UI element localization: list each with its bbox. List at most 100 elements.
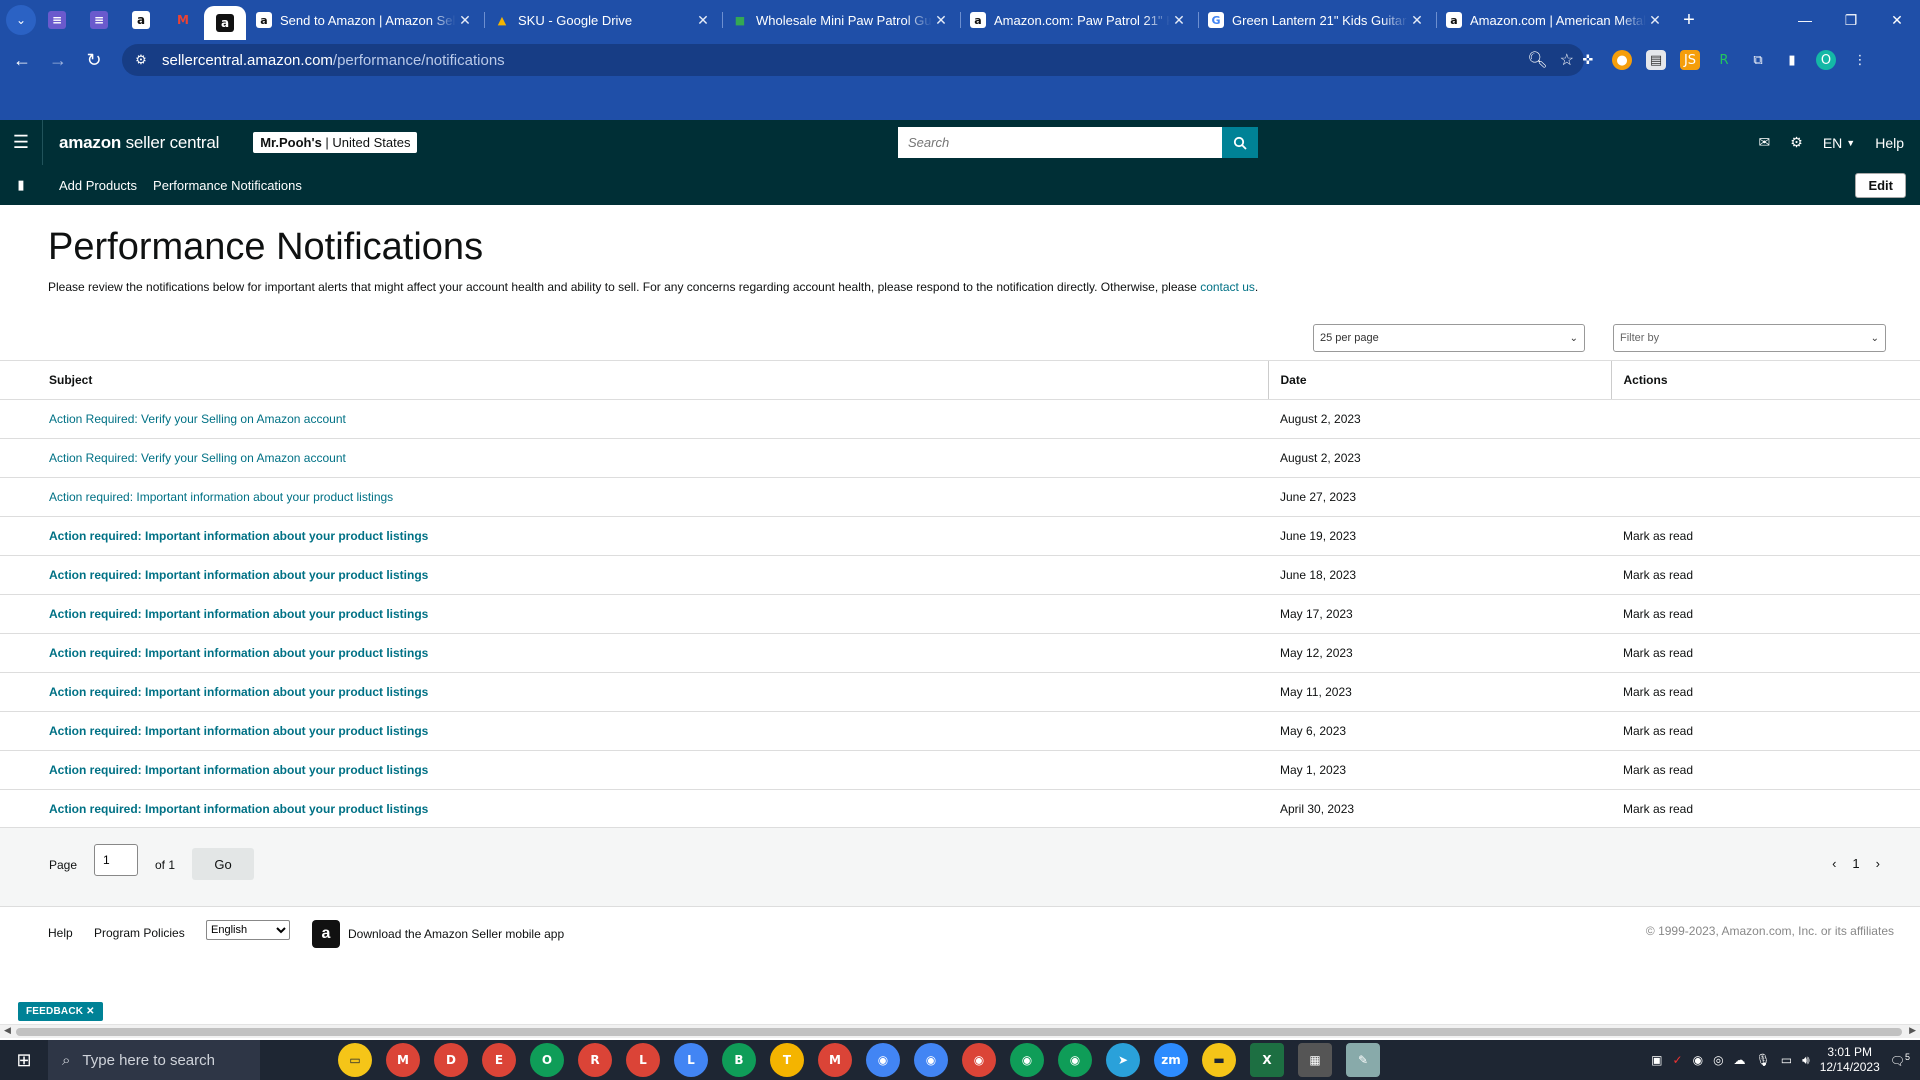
tab-close-icon[interactable]: ✕ [456, 12, 474, 29]
notification-subject-link[interactable]: Action required: Important information a… [49, 646, 428, 660]
help-link[interactable]: Help [1875, 135, 1904, 151]
pinned-tab[interactable]: ≡ [78, 0, 120, 40]
nav-performance-notifications[interactable]: Performance Notifications [153, 178, 302, 193]
nav-add-products[interactable]: Add Products [59, 178, 137, 193]
next-page-icon[interactable]: › [1876, 856, 1880, 871]
tab-close-icon[interactable]: ✕ [1408, 12, 1426, 29]
browser-tab[interactable]: a Amazon.com | American Metalcraft✕ [1436, 0, 1674, 40]
notification-subject-link[interactable]: Action required: Important information a… [49, 529, 428, 543]
restore-button[interactable]: ❐ [1828, 0, 1874, 40]
contact-us-link[interactable]: contact us [1200, 280, 1255, 294]
go-button[interactable]: Go [192, 848, 254, 880]
network-icon[interactable]: ▭ [1781, 1053, 1792, 1067]
col-subject[interactable]: Subject [0, 360, 1268, 400]
extension-icon[interactable]: JS [1680, 50, 1700, 70]
notification-subject-link[interactable]: Action required: Important information a… [49, 490, 393, 504]
extension-icon[interactable]: R [1714, 50, 1734, 70]
scrollbar-thumb[interactable] [16, 1028, 1902, 1036]
search-button[interactable] [1222, 127, 1258, 158]
filter-select[interactable]: Filter by ⌄ [1613, 324, 1886, 352]
gear-icon[interactable]: ⚙ [1790, 134, 1803, 151]
reload-button[interactable]: ↻ [76, 42, 112, 78]
browser-tab[interactable]: a Send to Amazon | Amazon Seller Central✕ [246, 0, 484, 40]
volume-icon[interactable]: 🔊︎ [1802, 1053, 1810, 1068]
extensions-puzzle-icon[interactable]: ⧉ [1748, 50, 1768, 70]
footer-help-link[interactable]: Help [48, 926, 73, 940]
cloud-icon[interactable]: ☁ [1734, 1053, 1746, 1067]
prev-page-icon[interactable]: ‹ [1832, 856, 1836, 871]
pinned-tab-active[interactable]: a [204, 6, 246, 40]
seller-central-logo[interactable]: amazon seller central [59, 133, 219, 153]
chrome-icon[interactable]: ◉ [866, 1043, 900, 1077]
notification-subject-link[interactable]: Action required: Important information a… [49, 607, 428, 621]
browser-tab[interactable]: ■ Wholesale Mini Paw Patrol Guitar ✕ [722, 0, 960, 40]
tab-close-icon[interactable]: ✕ [932, 12, 950, 29]
browser-tab[interactable]: a Amazon.com: Paw Patrol 21" Kids Guitar✕ [960, 0, 1198, 40]
browser-tab[interactable]: ▲ SKU - Google Drive ✕ [484, 0, 722, 40]
footer-program-policies-link[interactable]: Program Policies [94, 926, 185, 940]
extension-icon[interactable]: ● [1612, 50, 1632, 70]
notification-subject-link[interactable]: Action Required: Verify your Selling on … [49, 412, 346, 426]
mark-as-read-button[interactable]: Mark as read [1623, 724, 1693, 738]
bookmark-star-icon[interactable]: ☆ [1560, 50, 1574, 70]
zoom-icon[interactable]: zm [1154, 1043, 1188, 1077]
forward-button[interactable]: → [40, 42, 76, 78]
notification-subject-link[interactable]: Action required: Important information a… [49, 724, 428, 738]
pinned-tab[interactable]: M [162, 0, 204, 40]
page-number-input[interactable] [94, 844, 138, 876]
extension-icon[interactable]: ✜ [1578, 50, 1598, 70]
notification-subject-link[interactable]: Action required: Important information a… [49, 685, 428, 699]
chrome-profile-icon[interactable]: M [386, 1043, 420, 1077]
mark-as-read-button[interactable]: Mark as read [1623, 802, 1693, 816]
mark-as-read-button[interactable]: Mark as read [1623, 568, 1693, 582]
chrome-profile-icon[interactable]: R [578, 1043, 612, 1077]
mark-as-read-button[interactable]: Mark as read [1623, 685, 1693, 699]
chrome-profile-icon[interactable]: D [434, 1043, 468, 1077]
profile-avatar[interactable]: O [1816, 50, 1836, 70]
back-button[interactable]: ← [4, 42, 40, 78]
windows-start-icon[interactable]: ⊞ [0, 1040, 48, 1080]
current-page[interactable]: 1 [1852, 856, 1859, 871]
pinned-tab[interactable]: ≡ [36, 0, 78, 40]
tab-close-icon[interactable]: ✕ [1170, 12, 1188, 29]
chrome-profile-icon[interactable]: E [482, 1043, 516, 1077]
download-app-link[interactable]: a Download the Amazon Seller mobile app [312, 920, 564, 948]
zoom-icon[interactable]: 🔍︎ [1527, 50, 1547, 70]
notification-subject-link[interactable]: Action required: Important information a… [49, 802, 428, 816]
notification-subject-link[interactable]: Action required: Important information a… [49, 568, 428, 582]
mark-as-read-button[interactable]: Mark as read [1623, 646, 1693, 660]
browser-menu-icon[interactable]: ⋮ [1850, 50, 1870, 70]
edit-button[interactable]: Edit [1855, 173, 1906, 198]
tray-icon[interactable]: ▣ [1651, 1053, 1662, 1067]
telegram-icon[interactable]: ➤ [1106, 1043, 1140, 1077]
chrome-profile-icon[interactable]: T [770, 1043, 804, 1077]
scroll-left-icon[interactable]: ◀ [4, 1025, 11, 1036]
calculator-icon[interactable]: ▦ [1298, 1043, 1332, 1077]
mark-as-read-button[interactable]: Mark as read [1623, 529, 1693, 543]
mark-as-read-button[interactable]: Mark as read [1623, 607, 1693, 621]
chrome-profile-icon[interactable]: B [722, 1043, 756, 1077]
chrome-profile-icon[interactable]: M [818, 1043, 852, 1077]
side-panel-icon[interactable]: ▮ [1782, 50, 1802, 70]
close-window-button[interactable]: ✕ [1874, 0, 1920, 40]
chrome-icon[interactable]: ◉ [914, 1043, 948, 1077]
tab-close-icon[interactable]: ✕ [694, 12, 712, 29]
app-icon[interactable]: ▬ [1202, 1043, 1236, 1077]
scroll-right-icon[interactable]: ▶ [1909, 1025, 1916, 1036]
chrome-profile-icon[interactable]: O [530, 1043, 564, 1077]
chrome-icon[interactable]: ◉ [1010, 1043, 1044, 1077]
col-date[interactable]: Date [1267, 360, 1611, 400]
microphone-icon[interactable]: 🎙︎ [1756, 1053, 1771, 1067]
horizontal-scrollbar[interactable]: ◀ ▶ [0, 1024, 1920, 1038]
account-switcher[interactable]: Mr.Pooh's | United States [253, 132, 418, 153]
excel-icon[interactable]: X [1250, 1043, 1284, 1077]
file-explorer-icon[interactable]: ▭ [338, 1043, 372, 1077]
new-tab-button[interactable]: + [1674, 9, 1704, 32]
mail-icon[interactable]: ✉ [1759, 134, 1771, 151]
chrome-icon[interactable]: ◉ [1058, 1043, 1092, 1077]
chrome-icon[interactable]: ◉ [962, 1043, 996, 1077]
feedback-button[interactable]: FEEDBACK ✕ [18, 1002, 103, 1021]
notification-subject-link[interactable]: Action Required: Verify your Selling on … [49, 451, 346, 465]
browser-tab[interactable]: G Green Lantern 21" Kids Guitar Toy✕ [1198, 0, 1436, 40]
footer-language-select[interactable]: English [206, 920, 290, 940]
